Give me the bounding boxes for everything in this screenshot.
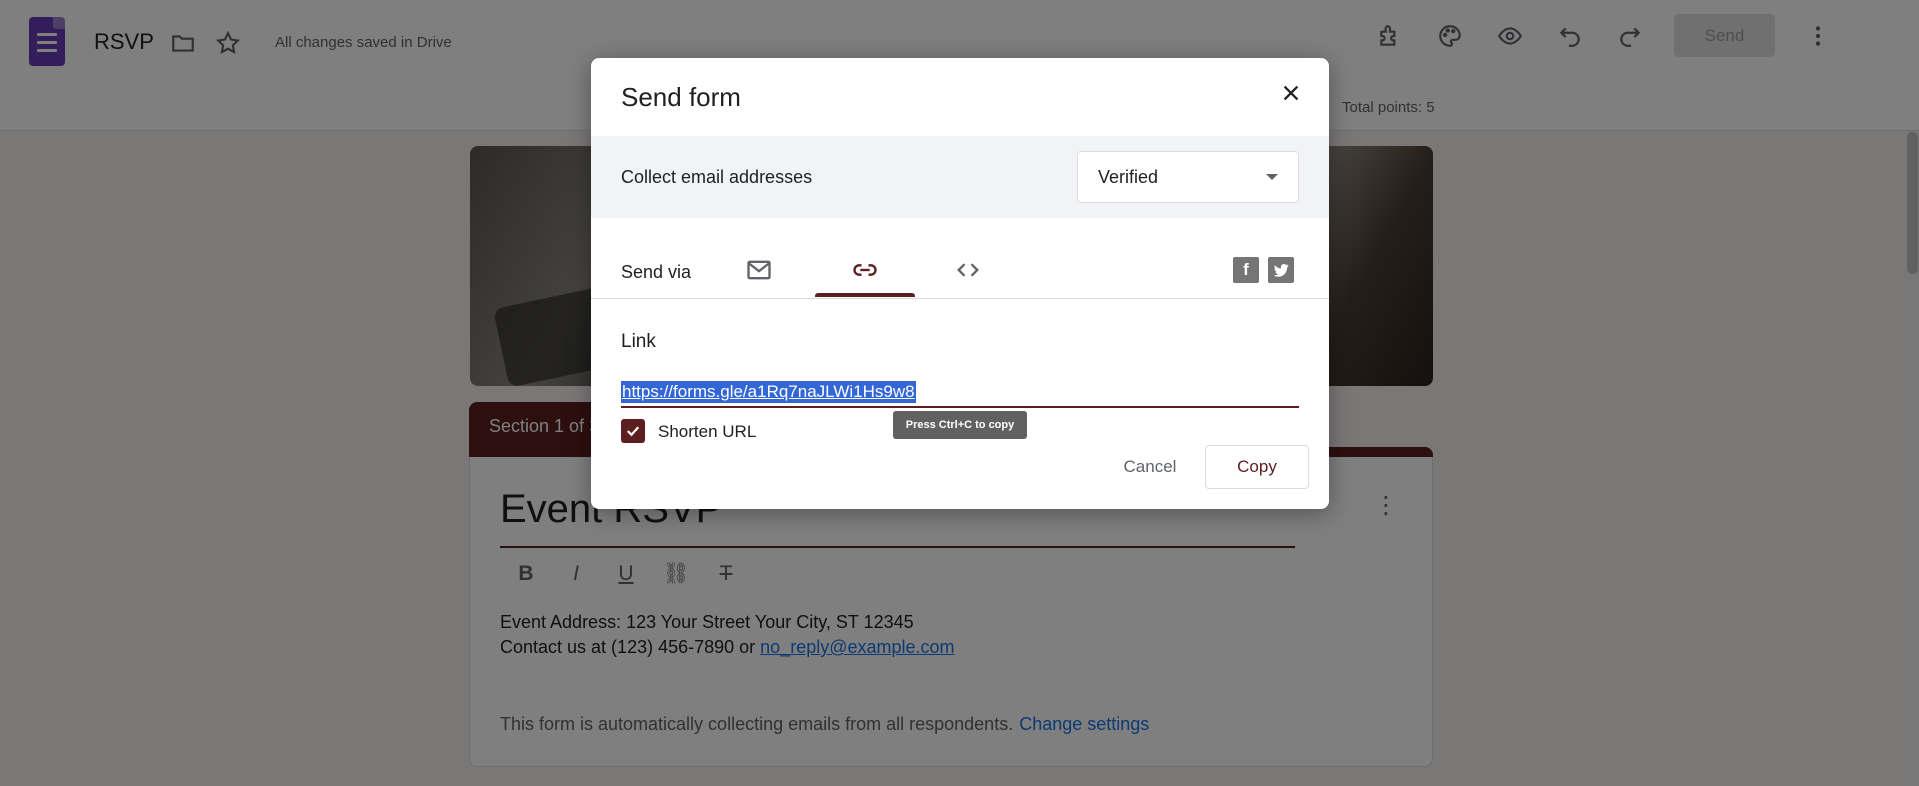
dialog-title: Send form — [621, 82, 741, 112]
collect-emails-row: Collect email addresses Verified — [591, 136, 1329, 218]
check-icon — [626, 426, 640, 437]
tab-link[interactable] — [815, 240, 915, 299]
copy-tooltip: Press Ctrl+C to copy — [893, 411, 1027, 439]
embed-icon — [957, 262, 979, 277]
close-icon[interactable] — [1275, 77, 1307, 109]
tab-embed[interactable] — [918, 240, 1018, 299]
cancel-button[interactable]: Cancel — [1104, 445, 1196, 489]
active-tab-indicator — [815, 293, 915, 297]
link-url-input[interactable]: https://forms.gle/a1Rq7naJLWi1Hs9w8 — [621, 379, 1299, 408]
link-heading: Link — [621, 331, 656, 352]
shorten-url-label[interactable]: Shorten URL — [658, 422, 756, 442]
shorten-url-checkbox[interactable] — [621, 419, 645, 443]
collect-emails-select[interactable]: Verified — [1077, 151, 1299, 203]
copy-button[interactable]: Copy — [1205, 445, 1309, 489]
caret-down-icon — [1266, 174, 1278, 180]
facebook-icon[interactable]: f — [1233, 257, 1259, 283]
send-form-dialog: Send form Collect email addresses Verifi… — [591, 58, 1329, 509]
twitter-icon[interactable] — [1268, 257, 1294, 283]
email-icon — [747, 260, 771, 279]
tab-email[interactable] — [709, 240, 809, 299]
collect-emails-label: Collect email addresses — [621, 167, 813, 187]
send-via-label: Send via — [621, 262, 692, 282]
link-icon — [853, 263, 877, 276]
send-via-row: Send via — [591, 218, 1329, 299]
collect-emails-value: Verified — [1098, 167, 1159, 187]
link-url-value[interactable]: https://forms.gle/a1Rq7naJLWi1Hs9w8 — [621, 381, 916, 403]
